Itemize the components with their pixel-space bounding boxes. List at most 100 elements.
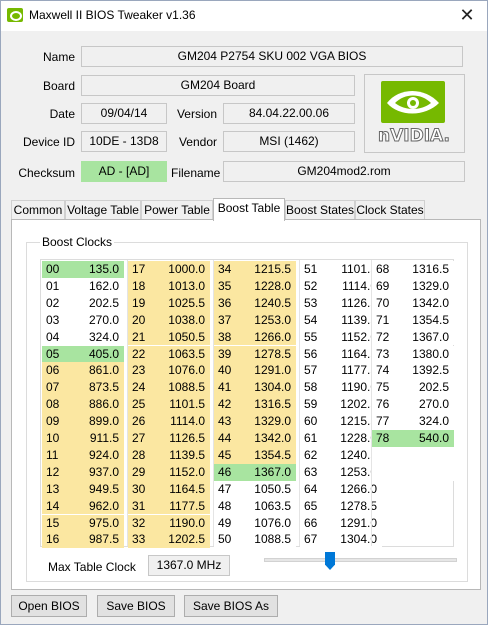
boost-entry-index: 05 (42, 345, 64, 363)
save-bios-button[interactable]: Save BIOS (97, 595, 175, 617)
boost-entry-clock[interactable]: 1228.0 (236, 277, 296, 295)
tab-boost-table[interactable]: Boost Table (213, 198, 285, 221)
boost-entry-clock[interactable]: 1076.0 (150, 362, 210, 380)
boost-entry-clock[interactable]: 1076.0 (236, 514, 296, 532)
boost-entry-index: 58 (300, 379, 322, 397)
boost-entry-clock[interactable]: 405.0 (64, 345, 124, 363)
boost-entry-clock[interactable]: 1000.0 (150, 261, 210, 278)
grid-separator (127, 260, 128, 546)
boost-entry-clock[interactable]: 1202.5 (150, 531, 210, 549)
close-button[interactable]: ✕ (453, 4, 481, 26)
boost-entry-clock[interactable]: 1253.0 (236, 311, 296, 329)
boost-entry-clock[interactable]: 162.0 (64, 277, 124, 295)
boost-entry-clock[interactable]: 924.0 (64, 446, 124, 464)
boost-entry-clock[interactable] (394, 446, 454, 464)
boost-entry-clock[interactable]: 1038.0 (150, 311, 210, 329)
boost-entry-clock[interactable]: 1114.0 (150, 413, 210, 430)
boost-entry-clock[interactable]: 949.5 (64, 480, 124, 498)
boost-entry-clock[interactable]: 1215.5 (236, 261, 296, 278)
boost-entry-clock[interactable]: 1088.5 (150, 379, 210, 397)
boost-entry-clock[interactable]: 1342.0 (394, 294, 454, 312)
boost-entry-index: 21 (128, 328, 150, 346)
boost-entry-clock[interactable]: 1316.5 (394, 261, 454, 278)
boost-entry-clock[interactable]: 1088.5 (236, 531, 296, 549)
boost-entry-clock[interactable]: 324.0 (394, 413, 454, 430)
boost-entry-clock[interactable]: 1152.0 (150, 463, 210, 481)
board-field: GM204 Board (81, 75, 355, 96)
boost-entry-clock[interactable]: 886.0 (64, 396, 124, 414)
max-clock-slider-track[interactable] (264, 558, 457, 562)
boost-entry-clock[interactable]: 1304.0 (322, 531, 382, 549)
boost-entry-index: 27 (128, 430, 150, 447)
boost-entry-index: 50 (214, 531, 236, 549)
boost-entry-clock[interactable]: 1316.5 (236, 396, 296, 414)
boost-entry-index: 71 (372, 311, 394, 329)
boost-entry-clock[interactable]: 1380.0 (394, 345, 454, 363)
board-label: Board (42, 79, 75, 93)
boost-entry-clock[interactable]: 1367.0 (236, 463, 296, 481)
boost-entry-clock[interactable]: 987.5 (64, 531, 124, 549)
boost-entry-index: 16 (42, 531, 64, 549)
boost-entry-clock[interactable]: 1025.5 (150, 294, 210, 312)
boost-entry-clock[interactable]: 202.5 (394, 379, 454, 397)
boost-entry-clock[interactable]: 873.5 (64, 379, 124, 397)
boost-entry-clock[interactable]: 1013.0 (150, 277, 210, 295)
boost-entry-index: 13 (42, 480, 64, 498)
tab-voltage-table[interactable]: Voltage Table (65, 200, 141, 220)
boost-entry-clock[interactable]: 1164.5 (150, 480, 210, 498)
tab-clock-states[interactable]: Clock States (355, 200, 425, 220)
boost-entry-clock[interactable] (394, 463, 454, 481)
boost-entry-clock[interactable]: 1190.0 (150, 514, 210, 532)
boost-entry-clock[interactable]: 1291.0 (236, 362, 296, 380)
open-bios-button[interactable]: Open BIOS (11, 595, 87, 617)
boost-entry-clock[interactable]: 861.0 (64, 362, 124, 380)
tab-power-table[interactable]: Power Table (141, 200, 213, 220)
boost-entry-clock[interactable]: 202.5 (64, 294, 124, 312)
boost-entry-clock[interactable]: 1278.5 (322, 497, 382, 515)
boost-entry-clock[interactable]: 1278.5 (236, 345, 296, 363)
boost-entry-clock[interactable]: 1063.5 (150, 345, 210, 363)
boost-entry-clock[interactable]: 1304.0 (236, 379, 296, 397)
boost-entry-clock[interactable]: 270.0 (64, 311, 124, 329)
boost-entry-clock[interactable]: 1354.5 (394, 311, 454, 329)
boost-entry-clock[interactable]: 899.0 (64, 413, 124, 430)
boost-entry-index: 60 (300, 413, 322, 430)
nvidia-eye-icon: nVIDIA. (378, 81, 450, 147)
tab-common[interactable]: Common (11, 200, 65, 220)
boost-entry-clock[interactable]: 1139.5 (150, 446, 210, 464)
boost-entry-clock[interactable]: 135.0 (64, 261, 124, 278)
boost-entry-clock[interactable]: 1392.5 (394, 362, 454, 380)
boost-entry-clock[interactable]: 270.0 (394, 396, 454, 414)
boost-entry-clock[interactable]: 1354.5 (236, 446, 296, 464)
boost-entry-clock[interactable]: 1050.5 (150, 328, 210, 346)
boost-entry-clock[interactable]: 1291.0 (322, 514, 382, 532)
boost-entry-clock[interactable]: 1050.5 (236, 480, 296, 498)
boost-entry-index: 57 (300, 362, 322, 380)
boost-entry-clock[interactable]: 911.5 (64, 430, 124, 447)
boost-entry-clock[interactable]: 1266.0 (236, 328, 296, 346)
boost-entry-clock[interactable]: 937.0 (64, 463, 124, 481)
boost-entry-clock[interactable]: 324.0 (64, 328, 124, 346)
boost-entry-index: 68 (372, 261, 394, 278)
boost-entry-clock[interactable]: 1177.5 (150, 497, 210, 515)
boost-entry-clock[interactable]: 975.0 (64, 514, 124, 532)
boost-entry-clock[interactable]: 1266.0 (322, 480, 382, 498)
boost-entry-clock[interactable]: 1329.0 (394, 277, 454, 295)
boost-entry-clock[interactable]: 540.0 (394, 430, 454, 447)
boost-entry-clock[interactable]: 1101.5 (150, 396, 210, 414)
boost-entry-clock[interactable]: 1367.0 (394, 328, 454, 346)
boost-entry-clock[interactable]: 1126.5 (150, 430, 210, 447)
boost-entry-index: 40 (214, 362, 236, 380)
boost-entry-clock[interactable]: 1063.5 (236, 497, 296, 515)
tab-boost-states[interactable]: Boost States (285, 200, 355, 220)
boost-entry-clock[interactable]: 962.0 (64, 497, 124, 515)
save-bios-as-button[interactable]: Save BIOS As (184, 595, 278, 617)
boost-entry-clock[interactable]: 1329.0 (236, 413, 296, 430)
boost-entry-index: 18 (128, 277, 150, 295)
boost-clocks-label: Boost Clocks (40, 235, 115, 249)
boost-entry-clock[interactable]: 1240.5 (236, 294, 296, 312)
vendor-label: Vendor (178, 135, 217, 149)
boost-entry-index: 19 (128, 294, 150, 312)
boost-entry-index: 36 (214, 294, 236, 312)
boost-entry-clock[interactable]: 1342.0 (236, 430, 296, 447)
